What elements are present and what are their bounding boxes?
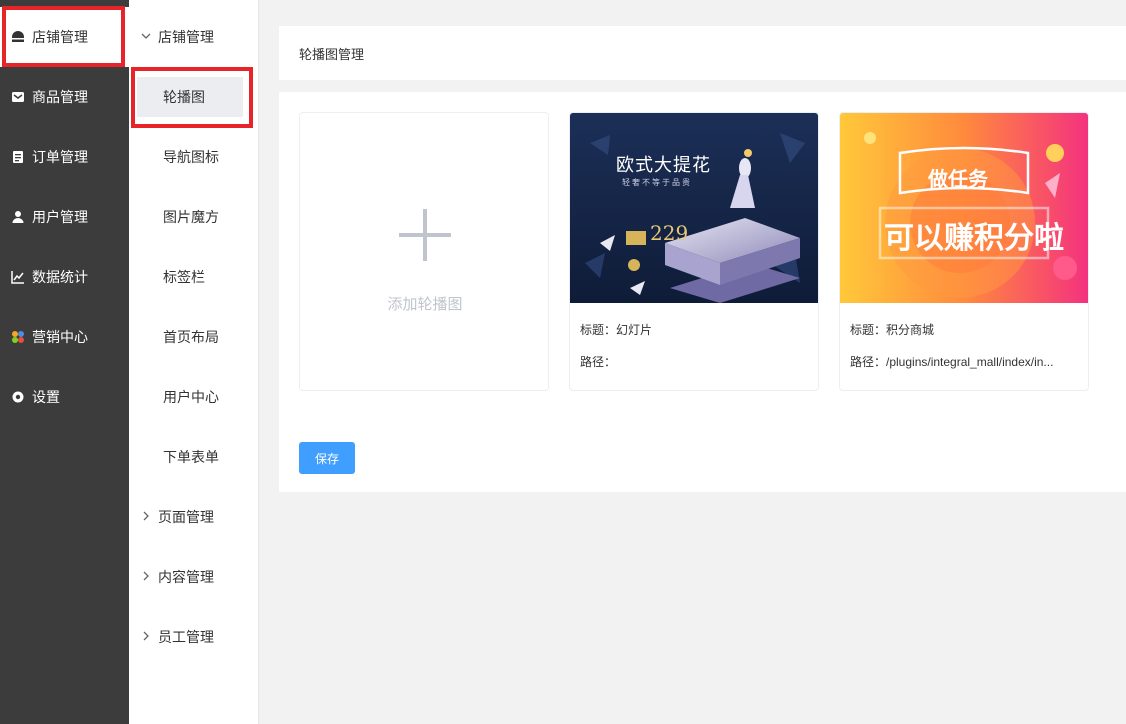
- sidebar-item-store[interactable]: 店铺管理: [0, 7, 129, 67]
- sidebar-item-label: 店铺管理: [32, 29, 88, 45]
- banner-subline: 轻奢不等于品贵: [622, 178, 692, 187]
- submenu-group-label: 店铺管理: [158, 29, 214, 45]
- carousel-title: 标题：积分商城: [850, 323, 935, 337]
- submenu-group-label: 内容管理: [158, 569, 214, 585]
- chevron-right-icon: [141, 510, 153, 524]
- sidebar-item-label: 设置: [32, 389, 60, 405]
- sidebar-item-orders[interactable]: 订单管理: [0, 127, 129, 187]
- sidebar-item-users[interactable]: 用户管理: [0, 187, 129, 247]
- plus-icon: [399, 209, 451, 261]
- main-content: 轮播图管理 添加轮播图 欧式大提花 轻奢不等于品贵 229 标题：幻灯片 路径：…: [259, 0, 1126, 724]
- sidebar-item-label: 订单管理: [32, 149, 88, 165]
- banner-image-sofa: 欧式大提花 轻奢不等于品贵 229: [570, 113, 818, 303]
- chevron-down-icon: [141, 30, 153, 44]
- chart-icon: [11, 270, 25, 284]
- sidebar-item-products[interactable]: 商品管理: [0, 67, 129, 127]
- submenu-item-order-form[interactable]: 下单表单: [129, 427, 259, 487]
- page-header: 轮播图管理: [279, 26, 1126, 80]
- submenu-item-image-cube[interactable]: 图片魔方: [129, 187, 259, 247]
- sidebar-item-label: 商品管理: [32, 89, 88, 105]
- sidebar-item-marketing[interactable]: 营销中心: [0, 307, 129, 367]
- secondary-sidebar: 店铺管理 轮播图 导航图标 图片魔方 标签栏 首页布局 用户中心 下单表单 页面…: [129, 0, 259, 724]
- carousel-path: 路径：: [580, 355, 617, 369]
- chevron-right-icon: [141, 630, 153, 644]
- submenu-group-content[interactable]: 内容管理: [129, 547, 259, 607]
- order-icon: [11, 150, 25, 164]
- submenu-item-user-center[interactable]: 用户中心: [129, 367, 259, 427]
- banner-price: 229: [650, 221, 689, 245]
- chevron-right-icon: [141, 570, 153, 584]
- banner-image-points: 做任务 可以赚积分啦: [840, 113, 1088, 303]
- carousel-title: 标题：幻灯片: [580, 323, 653, 337]
- submenu-group-pages[interactable]: 页面管理: [129, 487, 259, 547]
- banner-subline: 可以赚积分啦: [884, 222, 1064, 255]
- settings-icon: [11, 390, 25, 404]
- submenu-group-staff[interactable]: 员工管理: [129, 607, 259, 667]
- add-carousel-card[interactable]: 添加轮播图: [299, 112, 549, 391]
- carousel-panel: 添加轮播图 欧式大提花 轻奢不等于品贵 229 标题：幻灯片 路径： 做任务 可…: [279, 92, 1126, 492]
- banner-headline: 做任务: [928, 169, 988, 191]
- store-icon: [11, 30, 25, 44]
- submenu-group-label: 页面管理: [158, 509, 214, 525]
- sidebar-item-label: 数据统计: [32, 269, 88, 285]
- submenu-item-tabbar[interactable]: 标签栏: [129, 247, 259, 307]
- banner-headline: 欧式大提花: [616, 155, 711, 176]
- submenu-item-home-layout[interactable]: 首页布局: [129, 307, 259, 367]
- carousel-path: 路径：/plugins/integral_mall/index/in...: [850, 355, 1054, 369]
- sidebar-item-label: 营销中心: [32, 329, 88, 345]
- page-title: 轮播图管理: [299, 46, 365, 62]
- save-button[interactable]: 保存: [299, 442, 355, 474]
- sidebar-item-label: 用户管理: [32, 209, 88, 225]
- carousel-card[interactable]: 做任务 可以赚积分啦 标题：积分商城 路径：/plugins/integral_…: [839, 112, 1089, 391]
- submenu-group-store[interactable]: 店铺管理: [129, 7, 259, 67]
- carousel-card[interactable]: 欧式大提花 轻奢不等于品贵 229 标题：幻灯片 路径：: [569, 112, 819, 391]
- submenu-item-carousel[interactable]: 轮播图: [137, 77, 243, 117]
- primary-sidebar: 店铺管理 商品管理 订单管理 用户管理 数据统计 营销中心 设置: [0, 0, 129, 724]
- submenu-item-nav-icons[interactable]: 导航图标: [129, 127, 259, 187]
- marketing-icon: [11, 330, 25, 344]
- product-icon: [11, 90, 25, 104]
- user-icon: [11, 210, 25, 224]
- submenu-group-label: 员工管理: [158, 629, 214, 645]
- add-carousel-label: 添加轮播图: [387, 296, 463, 313]
- sidebar-item-settings[interactable]: 设置: [0, 367, 129, 427]
- sidebar-item-statistics[interactable]: 数据统计: [0, 247, 129, 307]
